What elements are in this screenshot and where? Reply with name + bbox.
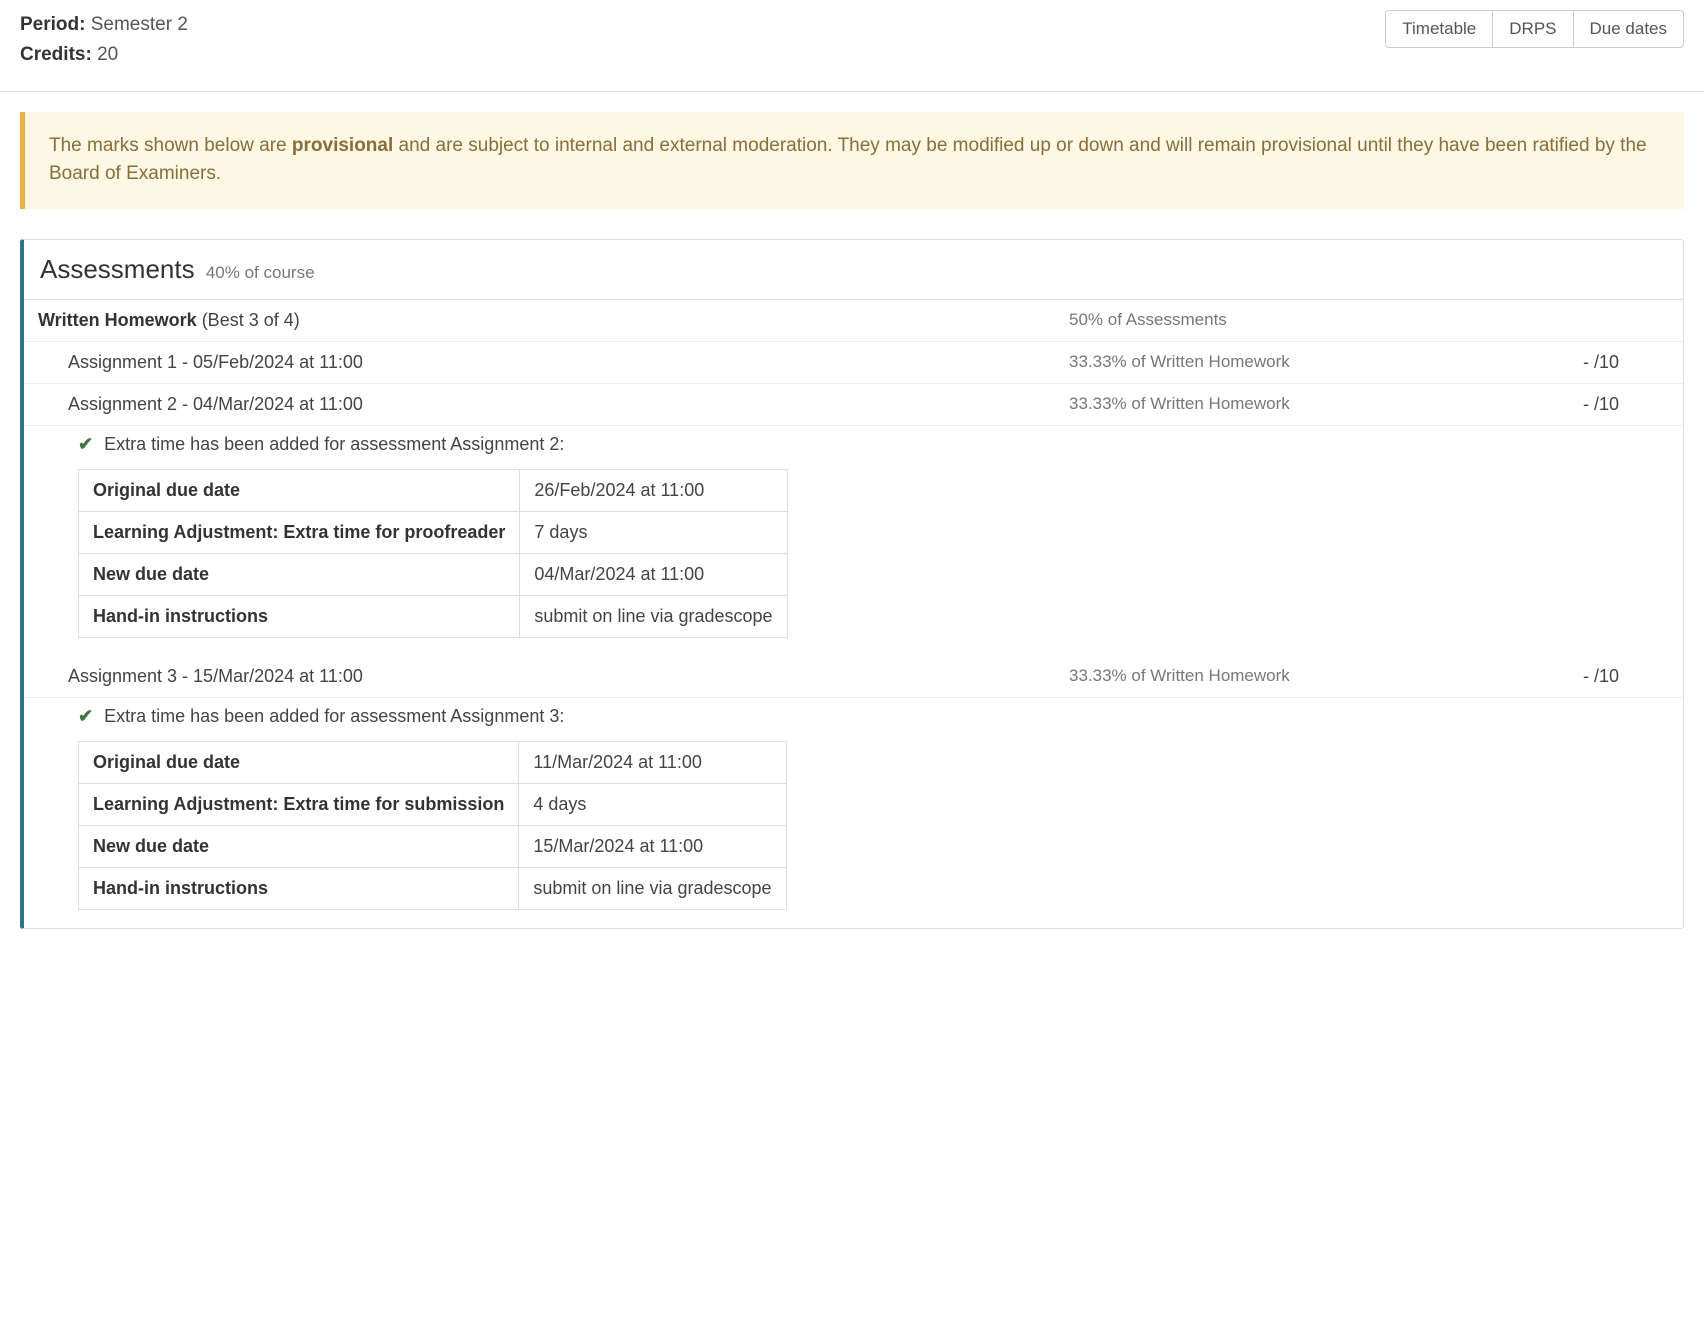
extension-value: 15/Mar/2024 at 11:00 (519, 825, 786, 867)
extension-detail-row: New due date04/Mar/2024 at 11:00 (79, 553, 788, 595)
period-value: Semester 2 (91, 14, 188, 35)
group-weight: 50% of Assessments (1069, 310, 1489, 331)
extension-key: New due date (79, 553, 520, 595)
extension-detail-row: New due date15/Mar/2024 at 11:00 (79, 825, 787, 867)
extension-message: ✔ Extra time has been added for assessme… (78, 434, 1669, 455)
item-mark: - /10 (1489, 352, 1669, 373)
extension-value: submit on line via gradescope (520, 595, 787, 637)
extension-key: Learning Adjustment: Extra time for subm… (79, 783, 519, 825)
extension-key: Original due date (79, 469, 520, 511)
check-icon: ✔ (78, 706, 93, 727)
extension-block: ✔ Extra time has been added for assessme… (24, 426, 1683, 656)
extension-value: submit on line via gradescope (519, 867, 786, 909)
extension-detail-row: Hand-in instructionssubmit on line via g… (79, 867, 787, 909)
group-title: Written Homework (38, 310, 197, 330)
extension-detail-row: Original due date26/Feb/2024 at 11:00 (79, 469, 788, 511)
panel-subtitle: 40% of course (206, 263, 315, 282)
assessment-item-row: Assignment 3 - 15/Mar/2024 at 11:00 33.3… (24, 656, 1683, 698)
item-label: Assignment 1 - 05/Feb/2024 at 11:00 (68, 352, 1069, 373)
extension-key: New due date (79, 825, 519, 867)
extension-message: ✔ Extra time has been added for assessme… (78, 706, 1669, 727)
item-label: Assignment 3 - 15/Mar/2024 at 11:00 (68, 666, 1069, 687)
extension-detail-row: Original due date11/Mar/2024 at 11:00 (79, 741, 787, 783)
assessment-group-row: Written Homework (Best 3 of 4) 50% of As… (24, 300, 1683, 342)
item-weight: 33.33% of Written Homework (1069, 666, 1489, 687)
drps-button[interactable]: DRPS (1492, 10, 1573, 48)
item-mark: - /10 (1489, 666, 1669, 687)
credits-value: 20 (97, 44, 118, 65)
extension-key: Hand-in instructions (79, 595, 520, 637)
extension-value: 7 days (520, 511, 787, 553)
extension-details-table: Original due date26/Feb/2024 at 11:00Lea… (78, 469, 788, 638)
extension-key: Hand-in instructions (79, 867, 519, 909)
panel-header: Assessments 40% of course (24, 240, 1683, 300)
extension-value: 26/Feb/2024 at 11:00 (520, 469, 787, 511)
extension-detail-row: Hand-in instructionssubmit on line via g… (79, 595, 788, 637)
item-weight: 33.33% of Written Homework (1069, 352, 1489, 373)
due-dates-button[interactable]: Due dates (1573, 10, 1685, 48)
period-label: Period: (20, 14, 85, 35)
assessments-panel: Assessments 40% of course Written Homewo… (20, 239, 1684, 929)
action-buttons: Timetable DRPS Due dates (1385, 10, 1684, 48)
check-icon: ✔ (78, 434, 93, 455)
extension-key: Learning Adjustment: Extra time for proo… (79, 511, 520, 553)
extension-detail-row: Learning Adjustment: Extra time for proo… (79, 511, 788, 553)
alert-pre: The marks shown below are (49, 135, 292, 156)
extension-value: 11/Mar/2024 at 11:00 (519, 741, 786, 783)
header-bar: Period: Semester 2 Credits: 20 Timetable… (0, 0, 1704, 92)
credits-label: Credits: (20, 44, 92, 65)
item-label: Assignment 2 - 04/Mar/2024 at 11:00 (68, 394, 1069, 415)
course-meta: Period: Semester 2 Credits: 20 (20, 10, 188, 71)
provisional-alert: The marks shown below are provisional an… (20, 112, 1684, 209)
extension-value: 04/Mar/2024 at 11:00 (520, 553, 787, 595)
extension-details-table: Original due date11/Mar/2024 at 11:00Lea… (78, 741, 787, 910)
timetable-button[interactable]: Timetable (1385, 10, 1493, 48)
alert-bold: provisional (292, 135, 393, 156)
panel-title: Assessments (40, 254, 195, 284)
extension-key: Original due date (79, 741, 519, 783)
extension-value: 4 days (519, 783, 786, 825)
group-rule: (Best 3 of 4) (197, 310, 300, 330)
extension-text: Extra time has been added for assessment… (104, 706, 564, 726)
assessment-item-row: Assignment 2 - 04/Mar/2024 at 11:00 33.3… (24, 384, 1683, 426)
assessment-item-row: Assignment 1 - 05/Feb/2024 at 11:00 33.3… (24, 342, 1683, 384)
extension-text: Extra time has been added for assessment… (104, 434, 564, 454)
extension-detail-row: Learning Adjustment: Extra time for subm… (79, 783, 787, 825)
item-mark: - /10 (1489, 394, 1669, 415)
item-weight: 33.33% of Written Homework (1069, 394, 1489, 415)
extension-block: ✔ Extra time has been added for assessme… (24, 698, 1683, 928)
